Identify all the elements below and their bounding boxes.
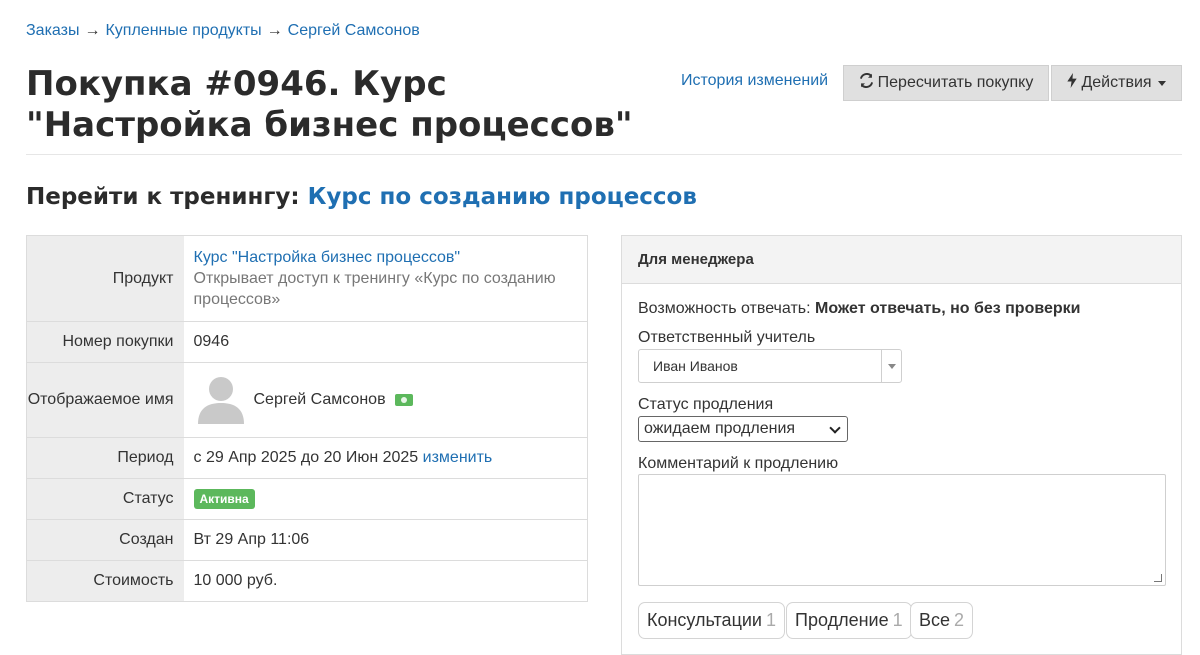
- refresh-icon: [859, 73, 874, 93]
- table-row: Статус Активна: [26, 478, 588, 520]
- renewal-status-select[interactable]: ожидаем продления: [638, 416, 848, 442]
- avatar[interactable]: [194, 372, 248, 429]
- breadcrumb-purchased-products[interactable]: Купленные продукты: [105, 22, 261, 39]
- status-badge: Активна: [193, 489, 255, 509]
- created-value: Вт 29 Апр 11:06: [183, 519, 588, 561]
- status-cell: Активна: [183, 478, 588, 520]
- created-label: Создан: [26, 519, 184, 561]
- tab-renewal-count: 1: [892, 610, 903, 630]
- dropdown-arrow-icon: [881, 350, 901, 382]
- breadcrumb-separator: →: [266, 22, 283, 39]
- bolt-icon: [1067, 73, 1078, 93]
- goto-training-link[interactable]: Курс по созданию процессов: [308, 184, 697, 210]
- table-row: Номер покупки 0946: [26, 321, 588, 363]
- tab-consultations-label: Консультации: [647, 610, 762, 630]
- period-value: с 29 Апр 2025 до 20 Июн 2025: [193, 449, 419, 466]
- table-row: Период с 29 Апр 2025 до 20 Июн 2025 изме…: [26, 437, 588, 479]
- money-icon: [394, 394, 413, 406]
- product-description: Открывает доступ к тренингу «Курс по соз…: [193, 270, 556, 308]
- renewal-status-value: ожидаем продления: [644, 420, 796, 437]
- purchase-info-table: Продукт Курс "Настройка бизнес процессов…: [26, 235, 588, 602]
- page-title: Покупка #0946. Курс "Настройка бизнес пр…: [26, 64, 633, 145]
- header-divider: [26, 154, 1182, 155]
- tab-all-count: 2: [954, 610, 965, 630]
- renewal-comment-label: Комментарий к продлению: [638, 455, 839, 472]
- display-name-cell: Сергей Самсонов: [183, 362, 588, 438]
- breadcrumb-separator: →: [84, 22, 101, 39]
- tab-consultations-count: 1: [766, 610, 777, 630]
- caret-down-icon: [1157, 80, 1166, 86]
- tab-renewal[interactable]: Продление 1: [786, 602, 912, 639]
- teacher-select-value: Иван Иванов: [653, 358, 738, 374]
- actions-dropdown-button[interactable]: Действия: [1051, 65, 1182, 101]
- teacher-select[interactable]: Иван Иванов: [638, 349, 902, 383]
- period-label: Период: [26, 437, 184, 479]
- product-cell: Курс "Настройка бизнес процессов" Открыв…: [184, 236, 588, 322]
- number-label: Номер покупки: [26, 321, 184, 363]
- breadcrumb-user[interactable]: Сергей Самсонов: [288, 22, 420, 39]
- table-row: Стоимость 10 000 руб.: [26, 560, 588, 602]
- period-cell: с 29 Апр 2025 до 20 Июн 2025 изменить: [183, 437, 588, 479]
- manager-panel-title: Для менеджера: [622, 236, 1181, 284]
- status-label: Статус: [26, 478, 184, 520]
- goto-training-label: Перейти к тренингу:: [26, 184, 300, 210]
- breadcrumb-orders[interactable]: Заказы: [26, 22, 79, 39]
- tab-all[interactable]: Все 2: [910, 602, 974, 639]
- recalc-button-label: Пересчитать покупку: [877, 74, 1034, 91]
- reply-ability-label: Возможность отвечать:: [638, 300, 811, 317]
- reply-ability-value: Может отвечать, но без проверки: [815, 300, 1081, 317]
- renewal-status-label: Статус продления: [638, 396, 774, 413]
- tab-all-label: Все: [919, 610, 951, 630]
- table-row: Отображаемое имя Сергей Самсонов: [26, 362, 588, 438]
- manager-panel: Для менеджера Возможность отвечать: Може…: [621, 235, 1182, 655]
- user-name-link[interactable]: Сергей Самсонов: [254, 391, 386, 409]
- display-name-label: Отображаемое имя: [26, 362, 184, 438]
- recalc-button[interactable]: Пересчитать покупку: [843, 65, 1049, 101]
- table-row: Создан Вт 29 Апр 11:06: [26, 519, 588, 561]
- teacher-label: Ответственный учитель: [638, 329, 816, 346]
- number-value: 0946: [183, 321, 588, 363]
- product-link[interactable]: Курс "Настройка бизнес процессов": [194, 249, 461, 266]
- cost-value: 10 000 руб.: [183, 560, 588, 602]
- cost-label: Стоимость: [26, 560, 184, 602]
- tab-renewal-label: Продление: [795, 610, 889, 630]
- page: Заказы → Купленные продукты → Сергей Самсоно…: [0, 0, 1200, 655]
- breadcrumb: Заказы → Купленные продукты → Сергей Самсоно…: [26, 22, 420, 40]
- actions-button-label: Действия: [1081, 74, 1152, 91]
- history-link[interactable]: История изменений: [681, 72, 828, 90]
- table-row: Продукт Курс "Настройка бизнес процессов…: [26, 235, 588, 322]
- renewal-comment-textarea[interactable]: [638, 474, 1166, 586]
- product-label: Продукт: [26, 235, 184, 322]
- period-change-link[interactable]: изменить: [423, 449, 493, 466]
- reply-ability: Возможность отвечать: Может отвечать, но…: [638, 300, 1081, 318]
- goto-training: Перейти к тренингу: Курс по созданию про…: [26, 184, 697, 210]
- tab-consultations[interactable]: Консультации 1: [638, 602, 786, 639]
- resize-handle-icon[interactable]: [1154, 574, 1162, 582]
- chevron-down-icon: [829, 422, 841, 434]
